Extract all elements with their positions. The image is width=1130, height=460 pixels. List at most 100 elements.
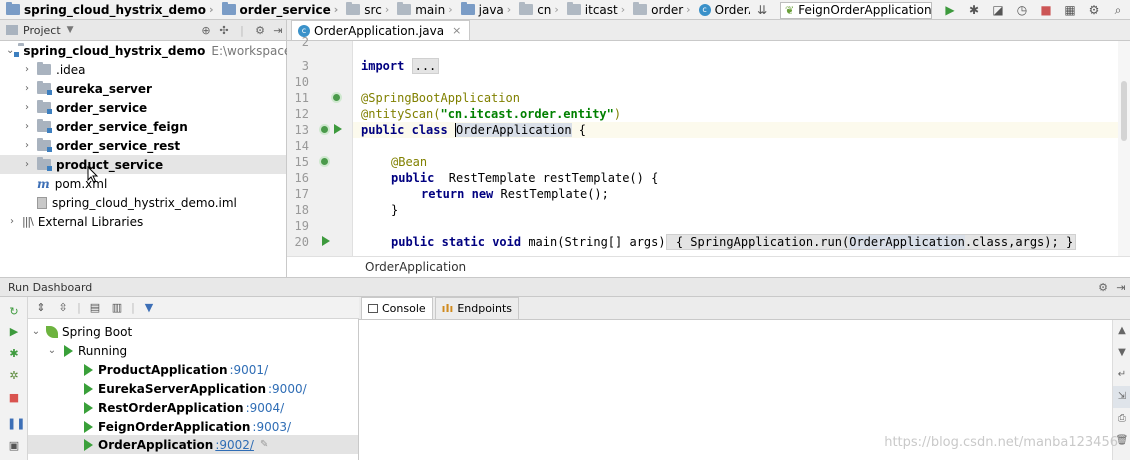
group-by-config-icon[interactable]: ▥ (108, 300, 126, 316)
close-icon[interactable]: × (452, 24, 461, 37)
tree-app-order[interactable]: OrderApplication :9002/ ✎ (28, 435, 358, 454)
folder-icon (221, 2, 236, 15)
chevron-down-icon[interactable]: ⌄ (30, 326, 42, 337)
coverage-icon[interactable]: ◪ (990, 2, 1006, 18)
scroll-to-end-icon[interactable]: ⇲ (1113, 386, 1130, 408)
stop-icon[interactable]: ■ (7, 391, 21, 405)
tree-item-external-libraries[interactable]: › |||\ External Libraries (0, 212, 286, 231)
tree-app-feign-order[interactable]: FeignOrderApplication :9003/ (28, 417, 358, 436)
hide-icon[interactable]: ⇥ (270, 24, 286, 37)
tab-endpoints[interactable]: ıIı Endpoints (434, 297, 520, 319)
project-structure-icon[interactable]: ▦ (1062, 2, 1078, 18)
spring-boot-icon[interactable] (331, 92, 342, 103)
crumb-order[interactable]: order › (627, 0, 692, 19)
crumb-project[interactable]: spring_cloud_hystrix_demo › (0, 0, 216, 19)
port-link[interactable]: :9002/ (215, 438, 254, 452)
gear-icon[interactable]: ⚙ (1094, 281, 1112, 294)
spring-bean-icon[interactable] (319, 124, 330, 135)
group-by-type-icon[interactable]: ▤ (86, 300, 104, 316)
tree-app-eureka-server[interactable]: EurekaServerApplication :9000/ (28, 379, 358, 398)
profile-icon[interactable]: ◷ (1014, 2, 1030, 18)
run-icon[interactable] (334, 124, 342, 134)
folded-main-body[interactable]: { SpringApplication.run(OrderApplication… (665, 234, 1077, 250)
crumb-main[interactable]: main › (391, 0, 454, 19)
collapse-all-icon[interactable]: ⇳ (54, 300, 72, 316)
crumb-module[interactable]: order_service › (216, 0, 341, 19)
code-area[interactable]: import ... @SpringBootApplication @ntity… (353, 41, 1130, 256)
tab-order-application[interactable]: c OrderApplication.java × (291, 20, 471, 40)
hide-icon[interactable]: ⇥ (1112, 281, 1130, 294)
sync-icon[interactable]: ⊕ (198, 24, 214, 37)
editor-gutter[interactable]: 2 3 10 11 12 13 14 15 16 17 18 19 20 (287, 35, 353, 256)
tree-group-running[interactable]: ⌄ Running (28, 341, 358, 360)
folded-imports[interactable]: ... (411, 58, 440, 74)
tree-item-order-service[interactable]: › order_service (0, 98, 286, 117)
run-icon[interactable]: ▶ (942, 2, 958, 18)
chevron-right-icon[interactable]: › (21, 140, 33, 151)
gear-icon[interactable]: ⚙ (252, 24, 268, 37)
editor-scrollbar[interactable] (1118, 41, 1130, 256)
chevron-right-icon[interactable]: › (6, 216, 18, 227)
debug-icon[interactable]: ✱ (7, 347, 21, 361)
arrow-down-icon[interactable]: ▼ (1113, 342, 1130, 364)
tree-item-order-service-feign[interactable]: › order_service_feign (0, 117, 286, 136)
chevron-down-icon[interactable]: ⌄ (6, 45, 14, 56)
navigation-bar: spring_cloud_hystrix_demo › order_service… (0, 0, 1130, 20)
tree-item-idea[interactable]: › .idea (0, 60, 286, 79)
port-link[interactable]: :9000/ (268, 382, 307, 396)
code-line-15: @Bean (391, 155, 428, 169)
filter-icon[interactable]: ▼ (140, 300, 158, 316)
chevron-right-icon[interactable]: › (21, 159, 33, 170)
tree-item-product-service[interactable]: › product_service (0, 155, 286, 174)
chevron-right-icon[interactable]: › (21, 64, 33, 75)
build-icon[interactable]: ⇊ (754, 2, 770, 18)
run-icon[interactable] (322, 236, 330, 246)
run-icon (84, 438, 93, 451)
tree-item-eureka-server[interactable]: › eureka_server (0, 79, 286, 98)
spring-bean-icon[interactable] (319, 156, 330, 167)
tree-app-product[interactable]: ProductApplication :9001/ (28, 360, 358, 379)
tree-group-spring-boot[interactable]: ⌄ Spring Boot (28, 322, 358, 341)
tree-item-pom[interactable]: m pom.xml (0, 174, 286, 193)
port-link[interactable]: :9001/ (229, 363, 268, 377)
chevron-right-icon[interactable]: › (21, 102, 33, 113)
camera-icon[interactable]: ▣ (7, 439, 21, 453)
port-link[interactable]: :9003/ (252, 420, 291, 434)
stop-icon[interactable]: ■ (1038, 2, 1054, 18)
pause-icon[interactable]: ❚❚ (7, 417, 25, 431)
run-all-icon[interactable]: ▶ (7, 325, 21, 339)
collapse-icon[interactable]: ✣ (216, 24, 232, 37)
chevron-right-icon[interactable]: › (21, 121, 33, 132)
rerun-icon[interactable]: ↻ (7, 305, 21, 319)
expand-all-icon[interactable]: ⇕ (32, 300, 50, 316)
crumb-cn[interactable]: cn › (513, 0, 561, 19)
mouse-cursor-icon (87, 166, 99, 183)
arrow-up-icon[interactable]: ▲ (1113, 320, 1130, 342)
chevron-down-icon[interactable]: ⌄ (46, 345, 58, 356)
tree-app-rest-order[interactable]: RestOrderApplication :9004/ (28, 398, 358, 417)
crumb-src[interactable]: src › (340, 0, 391, 19)
run-configuration-selector[interactable]: ❦ FeignOrderApplication (780, 1, 932, 19)
tab-console[interactable]: Console (361, 297, 433, 319)
port-link[interactable]: :9004/ (246, 401, 285, 415)
run-dashboard-actions: ↻ ▶ ✱ ✲ ■ ❚❚ ▣ (0, 297, 28, 460)
search-icon[interactable]: ⌕ (1110, 2, 1126, 18)
debug-bug-icon[interactable]: ✲ (7, 369, 21, 383)
tree-root[interactable]: ⌄ spring_cloud_hystrix_demo E:\workspace… (0, 41, 310, 60)
tree-item-iml[interactable]: spring_cloud_hystrix_demo.iml (0, 193, 286, 212)
code-editor: c OrderApplication.java × 2 3 10 11 12 1… (287, 20, 1130, 277)
chevron-right-icon[interactable]: › (21, 83, 33, 94)
editor-breadcrumb[interactable]: OrderApplication (353, 256, 1130, 277)
project-panel-header[interactable]: Project ▼ ⊕ ✣ | ⚙ ⇥ (0, 20, 286, 41)
crumb-java[interactable]: java › (455, 0, 514, 19)
tree-item-order-service-rest[interactable]: › order_service_rest (0, 136, 286, 155)
print-icon[interactable]: ⎙ (1113, 408, 1130, 430)
debug-icon[interactable]: ✱ (966, 2, 982, 18)
chevron-down-icon[interactable]: ▼ (67, 25, 74, 35)
soft-wrap-icon[interactable]: ↵ (1113, 364, 1130, 386)
chevron-right-icon: › (620, 3, 626, 16)
settings-icon[interactable]: ⚙ (1086, 2, 1102, 18)
crumb-itcast[interactable]: itcast › (561, 0, 627, 19)
chevron-right-icon: › (384, 3, 390, 16)
edit-pencil-icon[interactable]: ✎ (260, 439, 268, 450)
